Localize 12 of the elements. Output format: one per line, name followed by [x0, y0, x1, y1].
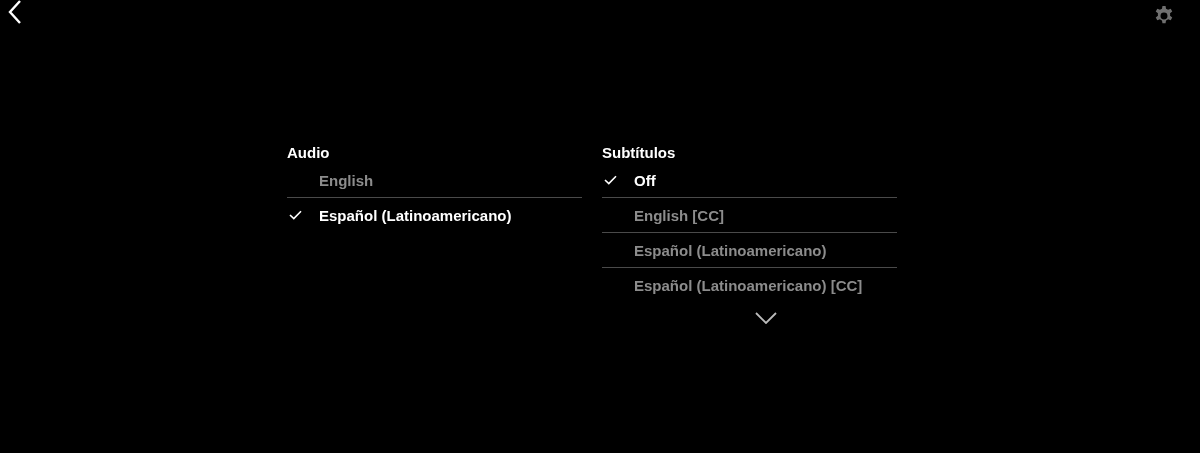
option-item[interactable]: Español (Latinoamericano) — [602, 232, 897, 267]
scroll-down-chevron-icon[interactable] — [754, 312, 777, 324]
option-item[interactable]: Español (Latinoamericano) [CC] — [602, 267, 897, 302]
check-icon — [289, 210, 302, 220]
check-icon — [604, 175, 617, 185]
section-heading: Audio — [287, 143, 331, 163]
option-item[interactable]: Off — [602, 163, 897, 197]
option-item[interactable]: English — [287, 163, 582, 197]
option-item[interactable]: Español (Latinoamericano) — [287, 197, 582, 232]
section-heading: Subtítulos — [602, 143, 677, 163]
option-item[interactable]: English [CC] — [602, 197, 897, 232]
back-icon[interactable] — [8, 0, 22, 24]
